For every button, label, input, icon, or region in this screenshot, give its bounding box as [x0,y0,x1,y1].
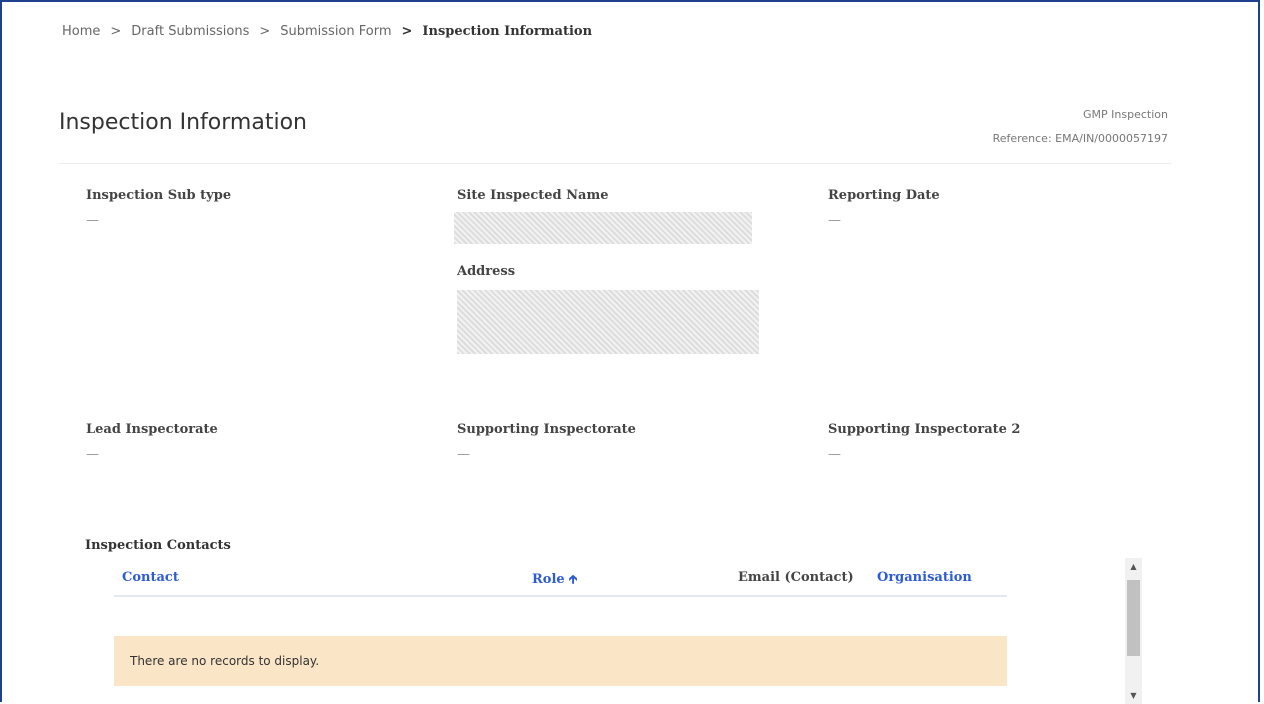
field-address: Address [457,264,515,279]
field-label: Site Inspected Name [457,188,609,203]
scroll-down-icon[interactable]: ▼ [1125,687,1142,704]
field-inspection-sub-type: Inspection Sub type — [86,188,231,228]
field-label: Address [457,264,516,279]
arrow-up-icon: 🡱 [568,572,578,586]
field-value: — [86,213,99,228]
field-lead-inspectorate: Lead Inspectorate — [86,422,218,462]
field-value: — [457,447,470,462]
field-label: Inspection Sub type [86,188,232,203]
field-label: Supporting Inspectorate 2 [828,422,1021,437]
page-title: Inspection Information [59,110,307,135]
breadcrumb-separator: > [259,24,271,39]
no-records-message: There are no records to display. [114,636,1007,686]
field-value: — [86,447,99,462]
column-header-role-label: Role [532,572,565,587]
breadcrumb: Home > Draft Submissions > Submission Fo… [62,24,592,39]
column-header-role[interactable]: Role 🡱 [532,570,577,591]
field-site-inspected-name: Site Inspected Name [457,188,608,203]
breadcrumb-separator: > [401,24,413,39]
inspection-contacts-title: Inspection Contacts [85,538,231,553]
column-header-email: Email (Contact) [738,570,854,585]
breadcrumb-home[interactable]: Home [62,24,100,39]
field-supporting-inspectorate-2: Supporting Inspectorate 2 — [828,422,1020,462]
breadcrumb-draft-submissions[interactable]: Draft Submissions [131,24,249,39]
field-label: Lead Inspectorate [86,422,218,437]
column-header-organisation[interactable]: Organisation [877,570,972,585]
field-label: Supporting Inspectorate [457,422,636,437]
reference-number: Reference: EMA/IN/0000057197 [992,132,1168,145]
breadcrumb-separator: > [110,24,122,39]
breadcrumb-submission-form[interactable]: Submission Form [280,24,391,39]
column-header-contact[interactable]: Contact [122,570,179,585]
inspection-type: GMP Inspection [1083,108,1168,121]
redacted-site-name [454,212,752,244]
scrollbar-thumb[interactable] [1127,580,1140,656]
field-value: — [828,213,841,228]
field-supporting-inspectorate: Supporting Inspectorate — [457,422,636,462]
title-divider [59,163,1172,164]
field-reporting-date: Reporting Date — [828,188,940,228]
field-label: Reporting Date [828,188,940,203]
page-meta: GMP Inspection Reference: EMA/IN/0000057… [993,103,1168,151]
page-frame: Home > Draft Submissions > Submission Fo… [0,0,1260,704]
contacts-grid-header: Contact Role 🡱 Email (Contact) Organisati… [114,561,1007,597]
breadcrumb-current: Inspection Information [422,24,593,39]
scroll-up-icon[interactable]: ▲ [1125,558,1142,575]
redacted-address [457,290,759,354]
field-value: — [828,447,841,462]
contacts-scrollbar[interactable]: ▲ ▼ [1125,558,1142,704]
